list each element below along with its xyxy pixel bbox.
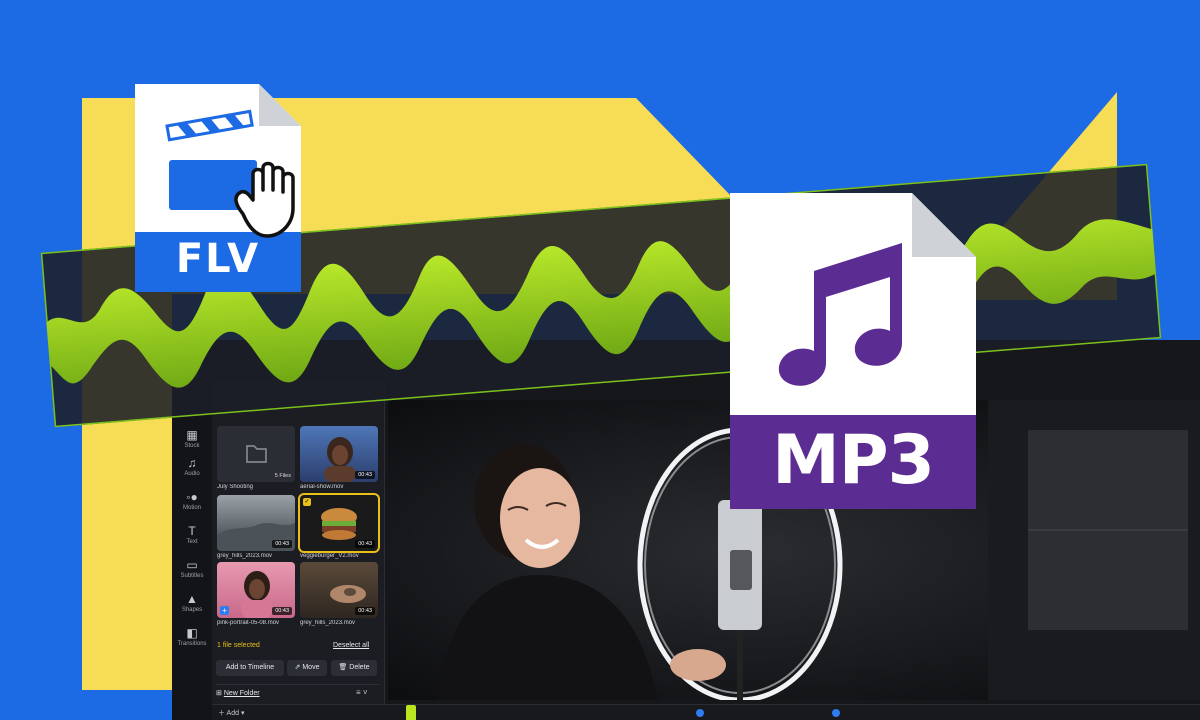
rail-item-text[interactable]: T Text [172, 524, 212, 545]
keyframe-marker[interactable] [696, 709, 704, 717]
media-item-thumbnail[interactable]: 00:43 [217, 495, 295, 551]
text-icon: T [188, 524, 196, 538]
shapes-icon: ▲ [186, 592, 198, 606]
motion-icon: ◦● [186, 490, 198, 504]
duration-badge: 00:43 [355, 607, 375, 615]
duration-badge: 00:43 [272, 607, 292, 615]
rail-item-audio[interactable]: ♫ Audio [172, 456, 212, 477]
media-item-name: aerial-show.mov [300, 484, 344, 490]
media-item-name: grey_hills_2023.mov [217, 553, 273, 559]
file-count-badge: 5 Files [274, 473, 291, 479]
subtitles-icon: ▭ [186, 558, 198, 572]
new-folder-label: New Folder [223, 690, 260, 697]
timeline-toolbar: ＋ Add ▾ [212, 704, 1200, 720]
rail-item-shapes[interactable]: ▲ Shapes [172, 592, 212, 613]
media-item-name: July Shooting [217, 484, 254, 490]
media-library-panel: 5 Files July Shooting 00:43 aerial-show.… [212, 380, 385, 720]
divider [216, 684, 380, 685]
trash-icon: 🗑 [338, 664, 350, 671]
music-note-icon: ♫ [187, 456, 197, 470]
delete-button[interactable]: 🗑 Delete [331, 660, 377, 676]
media-item-folder[interactable]: 5 Files [217, 426, 295, 482]
stock-icon: ▦ [186, 428, 198, 442]
new-folder-button[interactable]: ⊞ New Folder [216, 689, 260, 697]
deselect-all-link[interactable]: Deselect all [333, 642, 369, 649]
move-button[interactable]: ⇗ Move [287, 660, 327, 676]
check-icon: ✓ [303, 498, 311, 506]
rail-item-subtitles[interactable]: ▭ Subtitles [172, 558, 212, 579]
rail-item-stock[interactable]: ▦ Stock [172, 428, 212, 449]
media-item-thumbnail[interactable]: 00:43 [300, 562, 378, 618]
rail-item-transitions[interactable]: ◧ Transitions [172, 626, 212, 647]
duration-badge: 00:43 [272, 540, 292, 548]
playhead-marker[interactable] [406, 705, 416, 720]
selection-status: 1 file selected [217, 642, 260, 649]
media-item-name: grey_hills_2023.mov [300, 620, 356, 626]
keyframe-marker[interactable] [832, 709, 840, 717]
transitions-icon: ◧ [186, 626, 198, 640]
media-item-name: veggieburger_V2.mov [300, 553, 359, 559]
add-to-timeline-button[interactable]: Add to Timeline [216, 660, 284, 676]
rail-item-motion[interactable]: ◦● Motion [172, 490, 212, 511]
editor-left-rail: ▦ Stock ♫ Audio ◦● Motion T Text ▭ Subti… [172, 380, 212, 720]
flv-file-icon: FLV [135, 84, 301, 292]
new-folder-icon: ⊞ [216, 690, 224, 697]
add-icon[interactable]: + [220, 606, 229, 615]
media-item-thumbnail[interactable]: 00:43 [300, 426, 378, 482]
delete-button-label: Delete [349, 664, 370, 671]
flv-label: FLV [175, 236, 261, 282]
duration-badge: 00:43 [355, 540, 375, 548]
add-track-button[interactable]: ＋ Add ▾ [218, 708, 244, 718]
mp3-file-icon: MP3 [730, 193, 976, 509]
duration-badge: 00:43 [355, 471, 375, 479]
mp3-label: MP3 [772, 421, 935, 500]
media-item-thumbnail-selected[interactable]: ✓ 00:43 [298, 493, 380, 553]
media-item-thumbnail[interactable]: + 00:43 [217, 562, 295, 618]
move-button-label: Move [302, 664, 320, 671]
sort-icon[interactable]: ≡ ˅ [356, 688, 368, 697]
media-item-name: pink-portrait-05-08.mov [217, 620, 280, 626]
